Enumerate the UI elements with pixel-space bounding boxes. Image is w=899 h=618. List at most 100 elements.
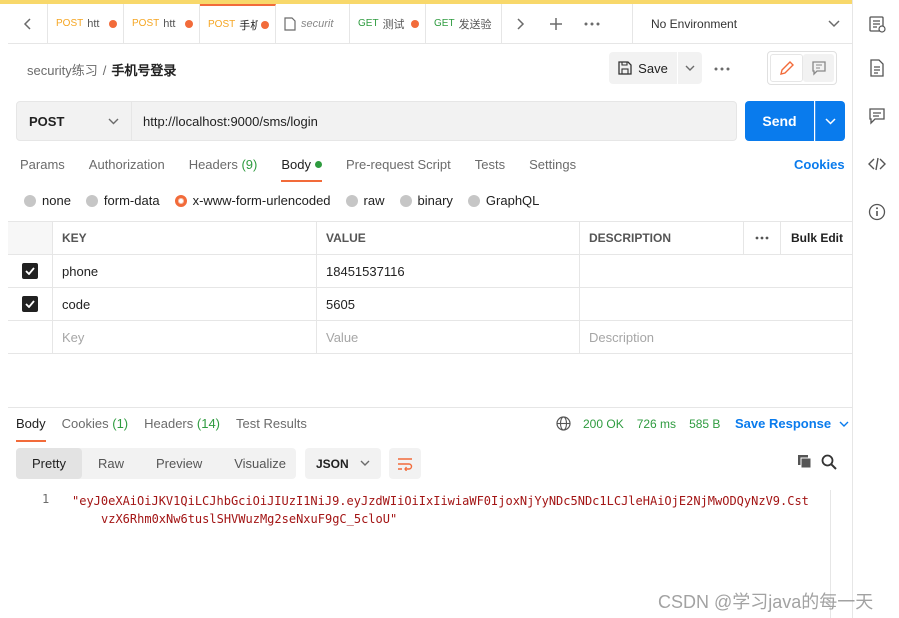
cookies-link[interactable]: Cookies [794, 157, 845, 172]
empty-checkbox-cell [8, 321, 53, 353]
line-number: 1 [42, 492, 50, 506]
send-button[interactable]: Send [745, 101, 814, 141]
comments-icon[interactable] [868, 107, 886, 125]
http-method-select[interactable]: POST [16, 101, 132, 141]
radio-circle [399, 194, 412, 207]
send-label: Send [762, 113, 797, 129]
request-more-button[interactable] [714, 58, 730, 74]
edit-mode-button[interactable] [770, 54, 803, 82]
view-pretty-button[interactable]: Pretty [16, 448, 82, 479]
save-response-button[interactable]: Save Response [735, 416, 849, 431]
row-checkbox[interactable] [8, 255, 53, 287]
body-active-dot-icon [314, 161, 322, 168]
comment-mode-button[interactable] [803, 54, 834, 82]
tab-scroll-right-button[interactable] [502, 4, 538, 43]
plus-icon [550, 17, 562, 30]
tab-label: Headers [188, 157, 238, 172]
breadcrumb-request-name[interactable]: 手机号登录 [111, 63, 176, 78]
radio-raw[interactable]: raw [345, 193, 385, 208]
save-button[interactable]: Save [609, 52, 677, 84]
tab-label: Cookies [61, 416, 109, 431]
search-icon[interactable] [821, 454, 837, 470]
chevron-down-icon [360, 460, 370, 466]
save-response-label: Save Response [735, 416, 832, 431]
request-tab-4[interactable]: securit [276, 4, 350, 43]
response-size[interactable]: 585 B [689, 417, 720, 431]
unsaved-dot-icon [109, 19, 117, 28]
tab-method: POST [132, 18, 160, 29]
tab-method: POST [56, 18, 84, 29]
copy-icon[interactable] [797, 454, 813, 470]
checkbox-checked-icon [22, 296, 38, 312]
url-value: http://localhost:9000/sms/login [143, 113, 318, 129]
table-header-row: KEY VALUE DESCRIPTION Bulk Edit [8, 222, 852, 255]
description-cell[interactable] [580, 288, 852, 320]
radio-circle [24, 194, 36, 207]
radio-form-data[interactable]: form-data [85, 193, 160, 208]
environment-select[interactable]: No Environment [632, 4, 852, 43]
radio-none[interactable]: none [24, 193, 71, 208]
response-tab-body[interactable]: Body [16, 416, 46, 442]
right-sidebar [852, 0, 899, 618]
breadcrumb-collection[interactable]: security练习 [27, 63, 98, 78]
radio-binary[interactable]: binary [399, 193, 453, 208]
environment-quick-look-icon[interactable] [868, 15, 886, 33]
globe-icon[interactable] [556, 416, 571, 431]
wrap-lines-button[interactable] [389, 448, 421, 479]
key-cell[interactable]: phone [53, 255, 317, 287]
value-cell[interactable]: 5605 [317, 288, 580, 320]
tab-body[interactable]: Body [281, 157, 322, 182]
tab-options-button[interactable] [574, 4, 610, 43]
bulk-edit-button[interactable]: Bulk Edit [781, 222, 852, 254]
tab-tests[interactable]: Tests [475, 157, 505, 180]
key-placeholder-input[interactable]: Key [53, 321, 317, 353]
info-icon[interactable] [868, 203, 886, 221]
tab-scroll-left-button[interactable] [8, 4, 48, 43]
tab-pre-request-script[interactable]: Pre-request Script [346, 157, 451, 180]
tab-headers[interactable]: Headers (9) [189, 157, 258, 180]
send-options-button[interactable] [815, 101, 845, 141]
radio-circle-selected [174, 194, 187, 207]
tab-authorization[interactable]: Authorization [89, 157, 165, 180]
response-tab-cookies[interactable]: Cookies (1) [62, 416, 128, 439]
tab-label: Body [281, 157, 311, 172]
request-tab-1[interactable]: POST htt [48, 4, 124, 43]
view-preview-button[interactable]: Preview [140, 448, 218, 479]
status-code[interactable]: 200 OK [583, 417, 624, 431]
description-placeholder-input[interactable]: Description [580, 321, 852, 353]
response-tabs: Body Cookies (1) Headers (14) Test Resul… [16, 416, 323, 442]
request-tab-6[interactable]: GET 发送验 [426, 4, 502, 43]
request-tab-3-active[interactable]: POST 手机 [200, 4, 276, 43]
new-tab-button[interactable] [538, 4, 574, 43]
view-visualize-button[interactable]: Visualize [218, 448, 302, 479]
row-checkbox[interactable] [8, 288, 53, 320]
headers-count: (9) [241, 157, 258, 172]
url-input[interactable]: http://localhost:9000/sms/login [132, 101, 737, 141]
column-options-button[interactable] [744, 222, 781, 254]
cookies-count: (1) [112, 416, 129, 431]
tab-params[interactable]: Params [20, 157, 65, 180]
headers-count: (14) [196, 416, 221, 431]
request-tab-5[interactable]: GET 测试 [350, 4, 426, 43]
code-snippet-icon[interactable] [868, 155, 886, 173]
radio-graphql[interactable]: GraphQL [467, 193, 539, 208]
key-cell[interactable]: code [53, 288, 317, 320]
value-placeholder-input[interactable]: Value [317, 321, 580, 353]
save-options-button[interactable] [678, 52, 702, 84]
response-tab-test-results[interactable]: Test Results [236, 416, 307, 439]
response-tab-headers[interactable]: Headers (14) [144, 416, 220, 439]
request-tab-2[interactable]: POST htt [124, 4, 200, 43]
response-format-select[interactable]: JSON [305, 448, 381, 479]
view-raw-button[interactable]: Raw [82, 448, 140, 479]
radio-urlencoded[interactable]: x-www-form-urlencoded [174, 193, 331, 208]
value-cell[interactable]: 18451537116 [317, 255, 580, 287]
request-config-tabs: Params Authorization Headers (9) Body Pr… [20, 157, 600, 182]
response-time[interactable]: 726 ms [637, 417, 676, 431]
documentation-icon[interactable] [868, 59, 886, 77]
response-divider[interactable] [8, 407, 852, 408]
tab-settings[interactable]: Settings [529, 157, 576, 180]
view-mode-toggle [767, 51, 837, 85]
comment-icon [811, 61, 826, 76]
http-method-label: POST [29, 113, 65, 129]
description-cell[interactable] [580, 255, 852, 287]
